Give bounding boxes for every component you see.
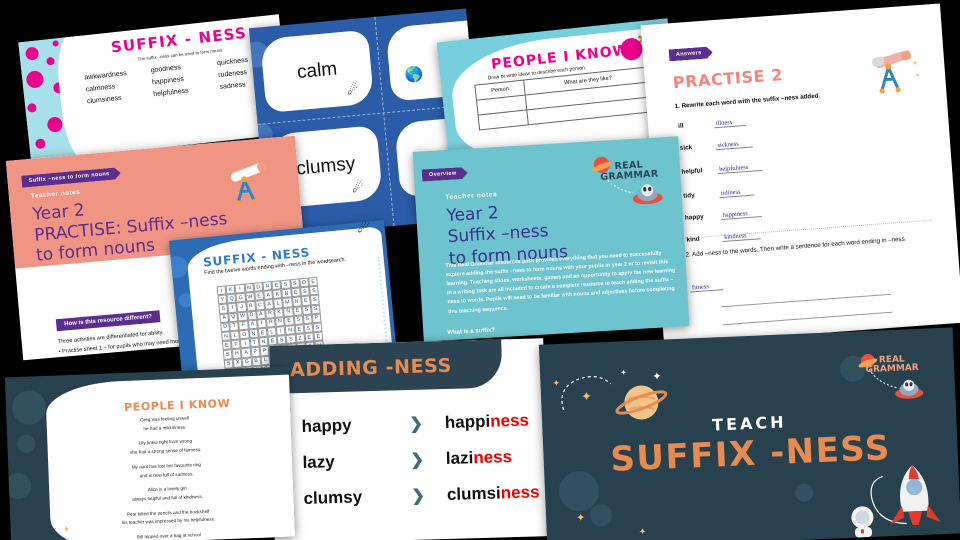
meteor-icon: ☄ (356, 220, 372, 237)
logo-text: REAL GRAMMAR (865, 354, 919, 376)
answer-word: tidy (683, 191, 695, 200)
real-grammar-logo: REAL GRAMMAR (587, 151, 674, 216)
answer-row: sick sickness (680, 127, 920, 152)
flashcard[interactable]: calm (259, 29, 375, 114)
suffixed-word: happiness (444, 410, 530, 432)
card-adding-ness[interactable]: ADDING -NESS happy ❯ happiness lazy ❯ la… (269, 338, 549, 540)
answers-tag: Answers (669, 46, 713, 61)
svg-text:✦: ✦ (552, 378, 560, 388)
overview-footer-tag: What is a suffix? (447, 327, 496, 337)
section-tag: How is this resource different? (55, 310, 161, 332)
adding-row: clumsy ❯ clumsiness (303, 482, 539, 509)
star-icon: ✦ (575, 511, 586, 525)
real-grammar-logo: REAL GRAMMAR (852, 350, 934, 407)
star-icon: ✦ (62, 524, 71, 535)
poem-stanza: Alice is a lovely girl always helpful an… (132, 485, 204, 502)
answer-value: tidiness (718, 187, 755, 199)
practise-title: PRACTISE 2 (672, 65, 784, 93)
arrow-icon: ❯ (411, 487, 426, 505)
svg-text:✦: ✦ (581, 389, 593, 404)
bubble-decor (794, 483, 814, 503)
poem-body: Greg was feeling unwell he had a mild il… (66, 412, 267, 540)
adding-row: happy ❯ happiness (301, 411, 529, 437)
rocket-icon (851, 465, 941, 538)
bubble-decor (17, 434, 36, 454)
poem-stanza: Bill tripped over a bag at school he was… (136, 532, 202, 540)
answer-word: ill (677, 122, 684, 130)
answer-value: happiness (720, 209, 763, 221)
arrow-icon: ❯ (410, 451, 425, 469)
meteor-icon: ☄ (346, 80, 361, 98)
overview-label: Teacher notes (445, 191, 498, 202)
arrow-icon: ❯ (409, 415, 424, 433)
answer-word: happy (684, 213, 704, 222)
wordlist-word: helpfulness (152, 87, 189, 99)
svg-text:✦: ✦ (652, 371, 662, 383)
bubble-decor (169, 255, 189, 280)
svg-text:✦: ✦ (912, 59, 919, 67)
screenshot-stage: SUFFIX - NESS The suffix –ness can be us… (0, 0, 960, 540)
poem-stanza: My aunt has lost her favourite ring and … (131, 461, 202, 478)
poem-stanza: Pete tidied the pencils and the bookshel… (121, 508, 216, 526)
wordlist-word: calmness (85, 83, 116, 94)
answer-value: illness (713, 117, 747, 129)
adding-title: ADDING -NESS (289, 354, 453, 382)
svg-text:✦: ✦ (620, 368, 627, 377)
card-people-i-know-poem[interactable]: PEOPLE I KNOW Greg was feeling unwell he… (4, 366, 296, 540)
card-practise-2-answers[interactable]: Answers PRACTISE 2 1. Rewrite each word … (640, 3, 960, 345)
answer-row: fitness (689, 267, 930, 293)
answer-value: helpfulness (716, 162, 763, 175)
answer-value: fitness (689, 282, 723, 293)
writing-line[interactable] (721, 293, 892, 308)
telescope-icon (219, 162, 279, 216)
practise-question-1: 1. Rewrite each word with the suffix –ne… (674, 92, 821, 111)
wordlist-word: awkwardness (84, 69, 128, 82)
meteor-icon: ☄ (351, 178, 366, 196)
wordlist-word: happiness (151, 75, 185, 87)
wordlist-word: goodness (150, 64, 182, 75)
telescope-icon: ✦ ✦ (861, 49, 923, 104)
root-word: happy (301, 415, 352, 436)
root-word: lazy (302, 452, 335, 472)
overview-tag: Overview (422, 167, 468, 182)
answer-row: tidy tidiness (683, 175, 923, 200)
adding-row: lazy ❯ laziness (302, 447, 512, 473)
card-teach-title-slide[interactable]: ✦ ✦ ✦ ✦ ✦ ✦ REAL GRAMMAR TEACH SUFFIX -N… (538, 327, 960, 540)
answer-row: helpful helpfulness (681, 151, 921, 176)
star-icon: ✦ (638, 526, 647, 537)
bubble-decor (589, 503, 613, 527)
suffixed-word: laziness (445, 447, 513, 468)
poem-stanza: Lily knew right from wrong she had a str… (129, 438, 202, 455)
answer-value: sickness (715, 139, 754, 151)
answer-word: helpful (681, 167, 703, 176)
answer-row: ill illness (678, 105, 918, 130)
svg-text:✦: ✦ (915, 72, 921, 79)
writing-line[interactable] (722, 311, 893, 326)
card-overview-teacher-notes[interactable]: Overview Teacher notes Year 2 Suffix –ne… (412, 136, 690, 342)
answer-word: sick (679, 143, 693, 152)
bubble-decor (4, 472, 32, 500)
bubble-decor (11, 389, 47, 426)
suffixed-word: clumsiness (446, 482, 540, 504)
wordlist-word: clumsiness (86, 94, 122, 106)
root-word: clumsy (303, 487, 363, 508)
answer-row: happy happiness (685, 197, 925, 222)
earth-icon: 🌎 (404, 65, 425, 85)
